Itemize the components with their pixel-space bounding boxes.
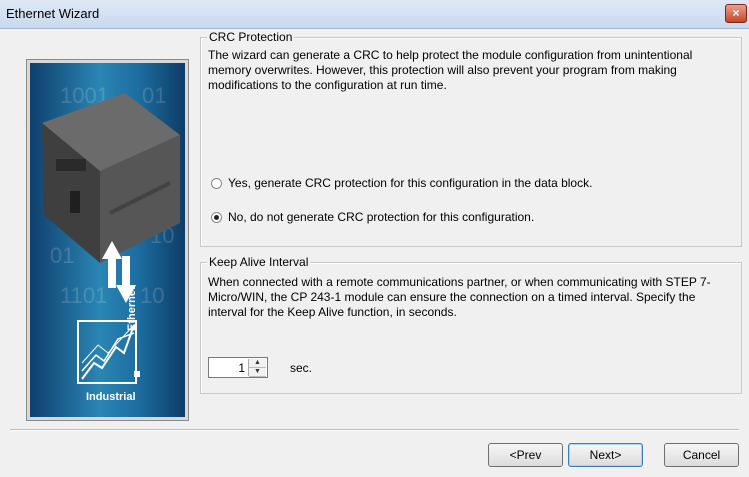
crc-no-option[interactable]: No, do not generate CRC protection for t… xyxy=(211,210,534,224)
close-button[interactable]: × xyxy=(725,4,747,23)
next-button[interactable]: Next> xyxy=(568,443,643,467)
keep-alive-description: When connected with a remote communicati… xyxy=(208,275,711,319)
title-bar: Ethernet Wizard × xyxy=(0,0,749,29)
crc-yes-radio[interactable] xyxy=(211,177,222,189)
svg-text:01: 01 xyxy=(142,83,166,108)
prev-button[interactable]: <Prev xyxy=(488,443,563,467)
crc-no-label[interactable]: No, do not generate CRC protection for t… xyxy=(228,210,534,224)
crc-yes-option[interactable]: Yes, generate CRC protection for this co… xyxy=(211,176,592,190)
keep-alive-unit: sec. xyxy=(290,361,313,375)
wizard-image-art: 100101 101 1001 110110 xyxy=(30,63,185,417)
window-title: Ethernet Wizard xyxy=(6,6,100,21)
keep-alive-value[interactable]: 1 xyxy=(238,361,245,375)
keep-alive-spinner[interactable]: 1 ▲ ▼ xyxy=(208,357,268,378)
button-separator xyxy=(10,429,739,431)
spin-up-icon[interactable]: ▲ xyxy=(249,359,266,368)
crc-protection-group: CRC Protection The wizard can generate a… xyxy=(200,30,742,247)
crc-no-radio[interactable] xyxy=(211,211,222,223)
svg-text:01: 01 xyxy=(50,243,74,268)
crc-description: The wizard can generate a CRC to help pr… xyxy=(208,48,693,92)
svg-text:1101: 1101 xyxy=(60,283,107,308)
crc-legend: CRC Protection xyxy=(207,30,295,44)
svg-text:10: 10 xyxy=(140,283,164,308)
keep-alive-legend: Keep Alive Interval xyxy=(207,255,311,269)
cancel-button[interactable]: Cancel xyxy=(664,443,739,467)
plc-illustration: 100101 101 1001 110110 xyxy=(42,83,180,384)
close-icon: × xyxy=(732,6,740,20)
wizard-image: 100101 101 1001 110110 xyxy=(26,59,189,421)
crc-yes-label[interactable]: Yes, generate CRC protection for this co… xyxy=(228,176,592,190)
spin-down-icon[interactable]: ▼ xyxy=(249,368,266,377)
industrial-label: Industrial xyxy=(86,391,136,403)
spinner-buttons: ▲ ▼ xyxy=(248,359,266,377)
keep-alive-group: Keep Alive Interval When connected with … xyxy=(200,255,742,394)
ethernet-label: Ethernet xyxy=(126,286,138,331)
dialog-body: 100101 101 1001 110110 xyxy=(0,29,749,477)
